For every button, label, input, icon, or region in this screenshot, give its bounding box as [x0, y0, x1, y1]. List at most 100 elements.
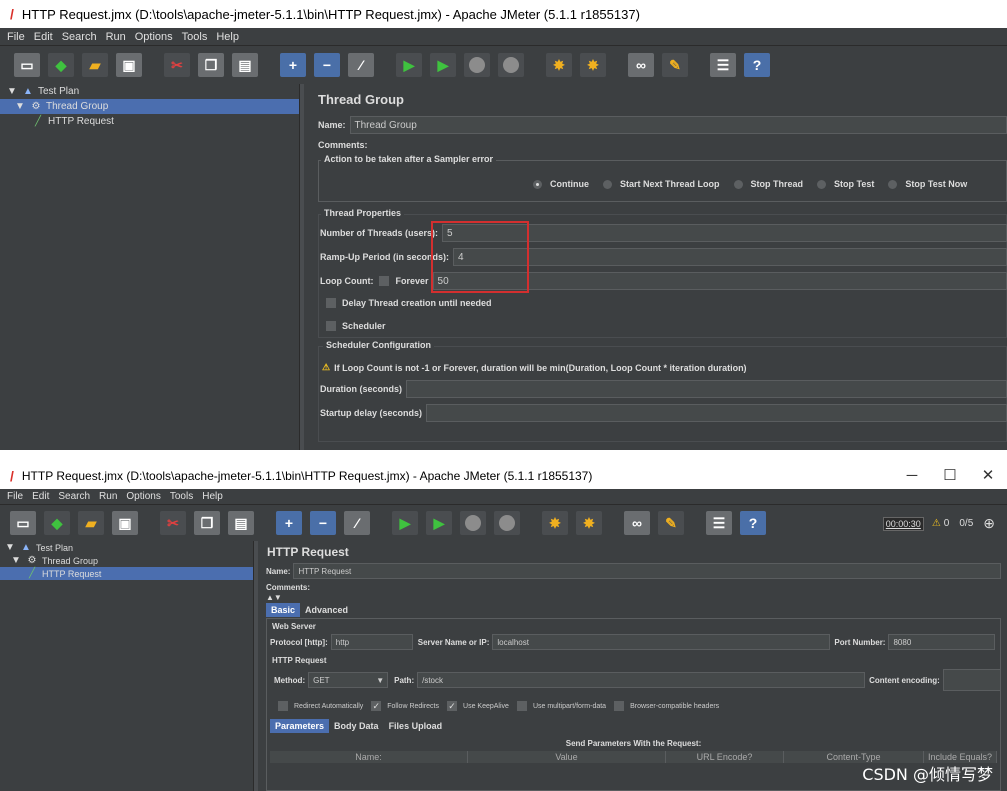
menu-search[interactable]: Search [62, 31, 97, 43]
close-icon[interactable]: ✕ [969, 463, 1007, 489]
tab-basic[interactable]: Basic [266, 603, 301, 617]
multipart-checkbox[interactable] [516, 701, 527, 711]
tree-node-http-request[interactable]: ╱ HTTP Request [0, 567, 253, 580]
minimize-icon[interactable]: ─ [893, 463, 931, 489]
tree-node-test-plan[interactable]: ▼ ▲ Test Plan [0, 541, 253, 554]
search-binoculars-icon[interactable]: ∞ [624, 511, 650, 535]
toggle-icon[interactable]: ⁄ [344, 511, 370, 535]
col-value[interactable]: Value [468, 751, 666, 763]
tab-body-data[interactable]: Body Data [329, 719, 384, 733]
path-input[interactable]: /stock [417, 672, 866, 688]
radio-next-loop[interactable] [603, 179, 612, 189]
shutdown-icon[interactable] [494, 511, 520, 535]
open-icon[interactable]: ▰ [78, 511, 104, 535]
delay-thread-checkbox[interactable] [326, 298, 336, 308]
stop-icon[interactable] [460, 511, 486, 535]
cut-icon[interactable]: ✂ [160, 511, 186, 535]
clear-all-icon[interactable]: ✸ [576, 511, 602, 535]
name-input[interactable]: Thread Group [349, 116, 1007, 134]
remote-start-icon[interactable]: ⊕ [983, 515, 995, 532]
save-icon[interactable]: ▣ [112, 511, 138, 535]
help-icon[interactable]: ? [744, 53, 770, 77]
split-pane-divider[interactable] [254, 541, 258, 791]
collapse-arrow-icon[interactable]: ▲▼ [266, 593, 282, 602]
menu-help[interactable]: Help [202, 491, 223, 502]
radio-stop-test[interactable] [817, 179, 827, 189]
menu-edit[interactable]: Edit [32, 491, 49, 502]
reset-search-icon[interactable]: ✎ [658, 511, 684, 535]
startup-delay-input[interactable] [426, 404, 1007, 422]
menu-file[interactable]: File [7, 31, 25, 43]
warning-icon[interactable]: ⚠ [932, 518, 941, 529]
follow-redirects-checkbox[interactable]: ✓ [371, 701, 382, 711]
menu-help[interactable]: Help [216, 31, 239, 43]
radio-stop-thread[interactable] [733, 179, 743, 189]
save-icon[interactable]: ▣ [116, 53, 142, 77]
split-pane-divider[interactable] [300, 84, 304, 450]
open-icon[interactable]: ▰ [82, 53, 108, 77]
tree-node-http-request[interactable]: ╱ HTTP Request [0, 114, 299, 129]
new-icon[interactable]: ▭ [14, 53, 40, 77]
start-no-pause-icon[interactable]: ▶ [430, 53, 456, 77]
menu-options[interactable]: Options [126, 491, 160, 502]
menu-file[interactable]: File [7, 491, 23, 502]
scheduler-checkbox[interactable] [326, 321, 336, 331]
copy-icon[interactable]: ❐ [198, 53, 224, 77]
menu-run[interactable]: Run [99, 491, 117, 502]
menu-options[interactable]: Options [135, 31, 173, 43]
name-input[interactable]: HTTP Request [293, 563, 1001, 579]
menu-tools[interactable]: Tools [182, 31, 208, 43]
menu-search[interactable]: Search [58, 491, 90, 502]
start-icon[interactable]: ▶ [396, 53, 422, 77]
function-helper-icon[interactable]: ☰ [710, 53, 736, 77]
expand-icon[interactable]: + [276, 511, 302, 535]
keepalive-checkbox[interactable]: ✓ [447, 701, 458, 711]
duration-input[interactable] [406, 380, 1007, 398]
cut-icon[interactable]: ✂ [164, 53, 190, 77]
radio-continue[interactable] [533, 179, 542, 189]
templates-icon[interactable]: ◆ [48, 53, 74, 77]
copy-icon[interactable]: ❐ [194, 511, 220, 535]
toggle-icon[interactable]: ⁄ [348, 53, 374, 77]
menu-edit[interactable]: Edit [34, 31, 53, 43]
menu-run[interactable]: Run [106, 31, 126, 43]
content-encoding-input[interactable] [942, 669, 1001, 691]
paste-icon[interactable]: ▤ [228, 511, 254, 535]
port-input[interactable]: 8080 [888, 634, 995, 650]
search-binoculars-icon[interactable]: ∞ [628, 53, 654, 77]
tree-node-test-plan[interactable]: ▼ ▲ Test Plan [0, 84, 299, 99]
tree-node-thread-group[interactable]: ▼ ⚙ Thread Group [0, 554, 253, 567]
menu-tools[interactable]: Tools [170, 491, 193, 502]
tab-files-upload[interactable]: Files Upload [384, 719, 448, 733]
tab-advanced[interactable]: Advanced [300, 603, 353, 617]
browser-headers-checkbox[interactable] [614, 701, 625, 711]
method-select[interactable]: GET ▼ [308, 672, 389, 688]
paste-icon[interactable]: ▤ [232, 53, 258, 77]
radio-stop-test-now[interactable] [888, 179, 898, 189]
clear-icon[interactable]: ✸ [546, 53, 572, 77]
clear-icon[interactable]: ✸ [542, 511, 568, 535]
expand-icon[interactable]: + [280, 53, 306, 77]
maximize-icon[interactable]: ☐ [931, 463, 969, 489]
reset-search-icon[interactable]: ✎ [662, 53, 688, 77]
start-icon[interactable]: ▶ [392, 511, 418, 535]
protocol-input[interactable]: http [330, 634, 413, 650]
start-no-pause-icon[interactable]: ▶ [426, 511, 452, 535]
collapse-icon[interactable]: − [310, 511, 336, 535]
forever-checkbox[interactable] [379, 276, 390, 286]
col-name[interactable]: Name: [270, 751, 468, 763]
redirect-auto-checkbox[interactable] [278, 701, 288, 711]
clear-all-icon[interactable]: ✸ [580, 53, 606, 77]
server-input[interactable]: localhost [492, 634, 831, 650]
col-url-encode[interactable]: URL Encode? [666, 751, 784, 763]
collapse-icon[interactable]: − [314, 53, 340, 77]
shutdown-icon[interactable] [498, 53, 524, 77]
tree-node-thread-group[interactable]: ▼ ⚙ Thread Group [0, 99, 299, 114]
tab-parameters[interactable]: Parameters [270, 719, 330, 733]
help-icon[interactable]: ? [740, 511, 766, 535]
rampup-input[interactable]: 4 [453, 248, 1007, 266]
function-helper-icon[interactable]: ☰ [706, 511, 732, 535]
stop-icon[interactable] [464, 53, 490, 77]
new-icon[interactable]: ▭ [10, 511, 36, 535]
templates-icon[interactable]: ◆ [44, 511, 70, 535]
